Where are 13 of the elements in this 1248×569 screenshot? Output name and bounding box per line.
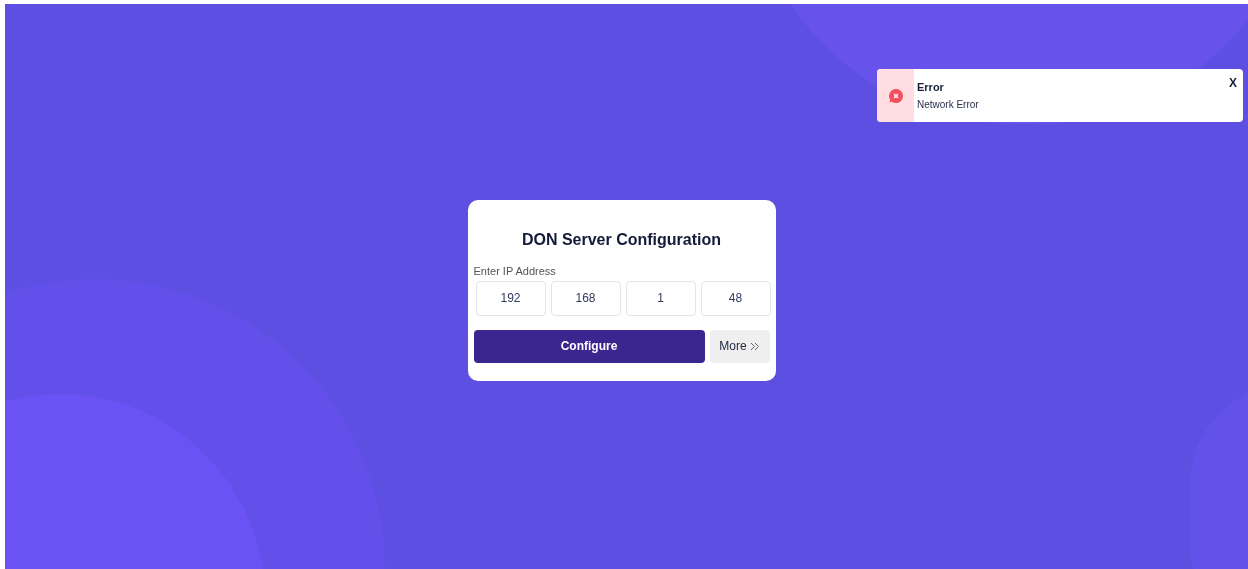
close-button[interactable]: X — [1229, 74, 1237, 92]
error-icon — [887, 87, 904, 104]
ip-octet-field[interactable]: 192 — [475, 280, 546, 316]
ip-octet-field[interactable]: 168 — [550, 280, 621, 316]
toast-message: Network Error — [917, 98, 980, 113]
dialog-title: DON Server Configuration — [520, 230, 723, 251]
ip-octet-field[interactable]: 48 — [700, 280, 771, 316]
ip-label: Enter IP Address — [473, 264, 557, 280]
toast-title: Error — [917, 79, 945, 95]
configure-button[interactable]: Configure — [473, 329, 705, 363]
more-button[interactable]: More — [709, 329, 770, 363]
ip-octet-field[interactable]: 1 — [625, 280, 696, 316]
double-chevron-icon — [749, 341, 760, 351]
